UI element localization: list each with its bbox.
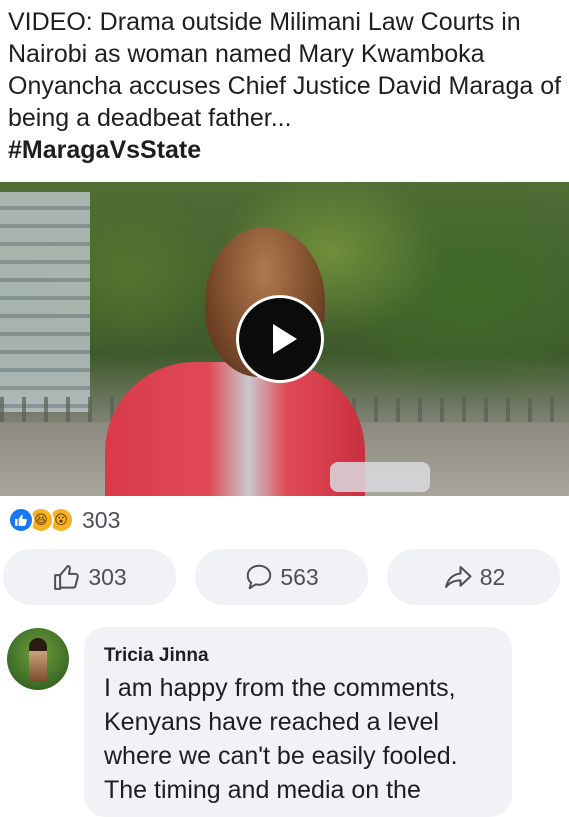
play-button[interactable] <box>236 295 324 383</box>
reaction-count: 303 <box>82 506 121 533</box>
video-phone <box>330 462 430 492</box>
hashtag-link[interactable]: #MaragaVsState <box>8 134 563 166</box>
like-button[interactable]: 303 <box>3 549 176 605</box>
comment-icon <box>247 564 272 590</box>
like-icon <box>8 507 34 533</box>
share-count: 82 <box>479 563 506 590</box>
thumbs-up-icon <box>54 565 80 590</box>
reactions-summary[interactable]: 😆 😮 303 <box>8 505 120 535</box>
comment-author-name[interactable]: Tricia Jinna <box>104 645 209 667</box>
like-count: 303 <box>88 563 127 590</box>
share-icon <box>444 566 472 588</box>
commenter-avatar[interactable] <box>7 628 69 690</box>
post-caption: VIDEO: Drama outside Milimani Law Courts… <box>8 6 563 166</box>
play-icon <box>273 324 297 354</box>
comment-text: I am happy from the comments, Kenyans ha… <box>104 674 458 804</box>
video-person-body <box>105 362 365 496</box>
avatar-figure <box>29 638 47 682</box>
video-background-building <box>0 192 90 412</box>
comment-bubble: Tricia Jinna I am happy from the comment… <box>84 627 512 817</box>
video-player[interactable] <box>0 182 569 496</box>
comment-count: 563 <box>280 563 319 590</box>
share-button[interactable]: 82 <box>387 549 560 605</box>
comment-button[interactable]: 563 <box>195 549 368 605</box>
post-caption-text: VIDEO: Drama outside Milimani Law Courts… <box>8 8 562 132</box>
